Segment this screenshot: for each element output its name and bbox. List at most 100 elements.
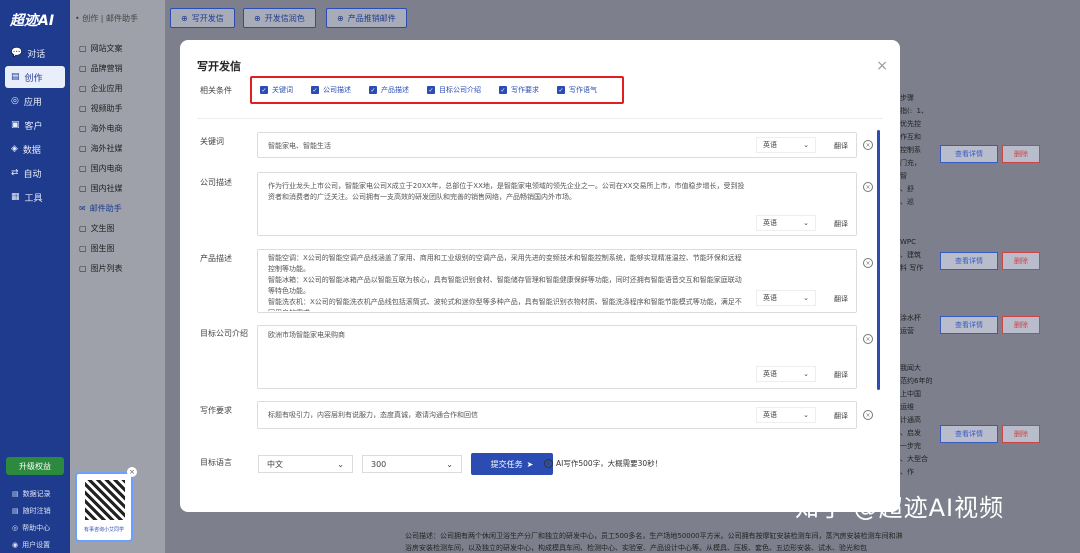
writing-req-input[interactable]: 标题有吸引力，内容层利有说服力，态度真诚，邀请沟通合作和回信 英语 ⌄ 翻译 xyxy=(257,401,857,429)
bg-record-text: 我闻大 范约6年的 上中国 运维 计通高 、启发 一步完 、大型合 、作 xyxy=(900,364,933,476)
subnav-item[interactable]: ▢ 国内电商 xyxy=(70,158,165,178)
chevron-down-icon: ⌄ xyxy=(446,459,453,469)
sidebar-item-data[interactable]: ◈ 数据 xyxy=(5,138,65,160)
company-desc-textarea[interactable]: 作为行业龙头上市公司，智能家电公司X成立于20XX年，总部位于XX地，是智能家电… xyxy=(257,172,857,236)
sidebar-item-auto[interactable]: ⇄ 自动 xyxy=(5,162,65,184)
keywords-input[interactable]: 智能家电、智能生活 英语 ⌄ 翻译 xyxy=(257,132,857,158)
checkbox-writing-req[interactable]: ✓ 写作要求 xyxy=(499,85,539,95)
checkbox-product-desc[interactable]: ✓ 产品描述 xyxy=(369,85,409,95)
bottom-item-logout[interactable]: ▤ 随时注销 xyxy=(0,502,70,519)
subnav-item[interactable]: ▢ 视频助手 xyxy=(70,98,165,118)
chevron-down-icon: ⌄ xyxy=(337,459,344,469)
subnav-item[interactable]: ▢ 海外电商 xyxy=(70,118,165,138)
bg-record-text: WPC 、建筑 料 写作 xyxy=(900,238,924,272)
language-select[interactable]: 英语 ⌄ xyxy=(756,137,816,153)
sidebar-item-app[interactable]: ◎ 应用 xyxy=(5,90,65,112)
subnav-item[interactable]: ▢ 网站文案 xyxy=(70,38,165,58)
image-icon: ▢ xyxy=(79,223,87,233)
checkbox-keywords[interactable]: ✓ 关键词 xyxy=(260,85,293,95)
remove-icon[interactable]: × xyxy=(863,140,873,150)
translate-button[interactable]: 翻译 xyxy=(834,411,848,421)
remove-icon[interactable]: × xyxy=(863,182,873,192)
subnav-item[interactable]: ▢ 品牌营销 xyxy=(70,58,165,78)
language-select[interactable]: 英语 ⌄ xyxy=(756,366,816,382)
target-company-value: 欧洲市场智能家电采购商 xyxy=(268,331,345,339)
qr-close-icon[interactable]: × xyxy=(127,467,137,477)
word-count-select[interactable]: 300 ⌄ xyxy=(362,455,462,473)
modal-title: 写开发信 xyxy=(197,60,241,73)
delete-button[interactable]: 删除 xyxy=(1002,316,1040,334)
plus-icon: ⊕ xyxy=(254,13,261,23)
sidebar-item-create[interactable]: ▤ 创作 xyxy=(5,66,65,88)
write-letter-tab[interactable]: ⊕ 写开发信 xyxy=(170,8,235,28)
view-details-button[interactable]: 查看详情 xyxy=(940,425,998,443)
subnav-item[interactable]: ▢ 海外社媒 xyxy=(70,138,165,158)
checkbox-checked-icon: ✓ xyxy=(499,86,507,94)
remove-icon[interactable]: × xyxy=(863,334,873,344)
delete-button[interactable]: 删除 xyxy=(1002,145,1040,163)
bottom-item-records[interactable]: ▤ 数据记录 xyxy=(0,485,70,502)
info-icon: i xyxy=(544,459,553,468)
upgrade-button[interactable]: 升级权益 xyxy=(6,457,64,475)
subnav-item[interactable]: ▢ 图生图 xyxy=(70,238,165,258)
bg-footer-text: 公司描述：公司拥有两个休闲卫浴生产分厂和独立的研发中心，员工500多名，生产场地… xyxy=(405,532,903,552)
delete-button[interactable]: 删除 xyxy=(1002,252,1040,270)
conditions-checkbox-group: ✓ 关键词 ✓ 公司描述 ✓ 产品描述 ✓ 目标公司介绍 ✓ 写作要求 ✓ 写作语气 xyxy=(250,76,624,104)
target-language-select[interactable]: 中文 ⌄ xyxy=(258,455,353,473)
view-details-button[interactable]: 查看详情 xyxy=(940,316,998,334)
target-company-textarea[interactable]: 欧洲市场智能家电采购商 英语 ⌄ 翻译 xyxy=(257,325,857,389)
submit-task-button[interactable]: 提交任务 ➤ xyxy=(471,453,553,475)
language-select[interactable]: 英语 ⌄ xyxy=(756,290,816,306)
field-label-requirements: 写作要求 xyxy=(200,406,232,415)
subnav-item-email[interactable]: ✉ 邮件助手 xyxy=(70,198,165,218)
subnav-item[interactable]: ▢ 文生图 xyxy=(70,218,165,238)
data-icon: ◈ xyxy=(11,144,18,154)
field-label-product: 产品描述 xyxy=(200,254,232,263)
create-icon: ▤ xyxy=(11,72,20,82)
checkbox-target-company[interactable]: ✓ 目标公司介绍 xyxy=(427,85,481,95)
checkbox-checked-icon: ✓ xyxy=(427,86,435,94)
bottom-item-help[interactable]: ◎ 帮助中心 xyxy=(0,519,70,536)
chevron-down-icon: ⌄ xyxy=(803,219,809,227)
view-details-button[interactable]: 查看详情 xyxy=(940,145,998,163)
language-select[interactable]: 英语 ⌄ xyxy=(756,215,816,231)
help-icon: ◎ xyxy=(12,523,19,532)
send-icon: ➤ xyxy=(526,459,534,469)
sidebar-item-tool[interactable]: ▦ 工具 xyxy=(5,186,65,208)
doc-icon: ▢ xyxy=(79,103,87,113)
subnav-item[interactable]: ▢ 企业应用 xyxy=(70,78,165,98)
checkbox-writing-tone[interactable]: ✓ 写作语气 xyxy=(557,85,597,95)
language-select[interactable]: 英语 ⌄ xyxy=(756,407,816,423)
chevron-down-icon: ⌄ xyxy=(803,370,809,378)
subnav-item[interactable]: ▢ 图片列表 xyxy=(70,258,165,278)
field-label-keywords: 关键词 xyxy=(200,137,224,146)
delete-button[interactable]: 删除 xyxy=(1002,425,1040,443)
sidebar-item-chat[interactable]: 💬 对话 xyxy=(5,42,65,64)
field-label-target: 目标公司介绍 xyxy=(200,329,248,338)
doc-icon: ▢ xyxy=(79,143,87,153)
app-icon: ◎ xyxy=(11,96,19,106)
remove-icon[interactable]: × xyxy=(863,410,873,420)
tool-icon: ▦ xyxy=(11,192,20,202)
translate-button[interactable]: 翻译 xyxy=(834,294,848,304)
main-sidebar: 超迹AI 💬 对话 ▤ 创作 ◎ 应用 ▣ 客户 ◈ 数据 ⇄ 自动 ▦ 工具 升级权益 ▤ 数… xyxy=(0,0,70,553)
doc-icon: ▢ xyxy=(79,123,87,133)
product-email-tab[interactable]: ⊕ 产品推销邮件 xyxy=(326,8,407,28)
remove-icon[interactable]: × xyxy=(863,258,873,268)
translate-button[interactable]: 翻译 xyxy=(834,141,848,151)
sidebar-item-customer[interactable]: ▣ 客户 xyxy=(5,114,65,136)
modal-scrollbar[interactable] xyxy=(877,130,880,390)
bottom-item-settings[interactable]: ◉ 用户设置 xyxy=(0,536,70,553)
field-label-company: 公司描述 xyxy=(200,178,232,187)
close-icon[interactable]: × xyxy=(876,58,888,74)
translate-button[interactable]: 翻译 xyxy=(834,370,848,380)
view-details-button[interactable]: 查看详情 xyxy=(940,252,998,270)
product-desc-textarea[interactable]: 智能空调：X公司的智能空调产品线涵盖了家用、商用和工业级别的空调产品，采用先进的… xyxy=(257,249,857,313)
subnav-item[interactable]: ▢ 国内社媒 xyxy=(70,178,165,198)
user-icon: ◉ xyxy=(12,540,19,549)
translate-button[interactable]: 翻译 xyxy=(834,219,848,229)
chevron-down-icon: ⌄ xyxy=(803,141,809,149)
polish-letter-tab[interactable]: ⊕ 开发信润色 xyxy=(243,8,316,28)
bg-record-text: 涂水杯 运营 xyxy=(900,314,921,335)
checkbox-company-desc[interactable]: ✓ 公司描述 xyxy=(311,85,351,95)
